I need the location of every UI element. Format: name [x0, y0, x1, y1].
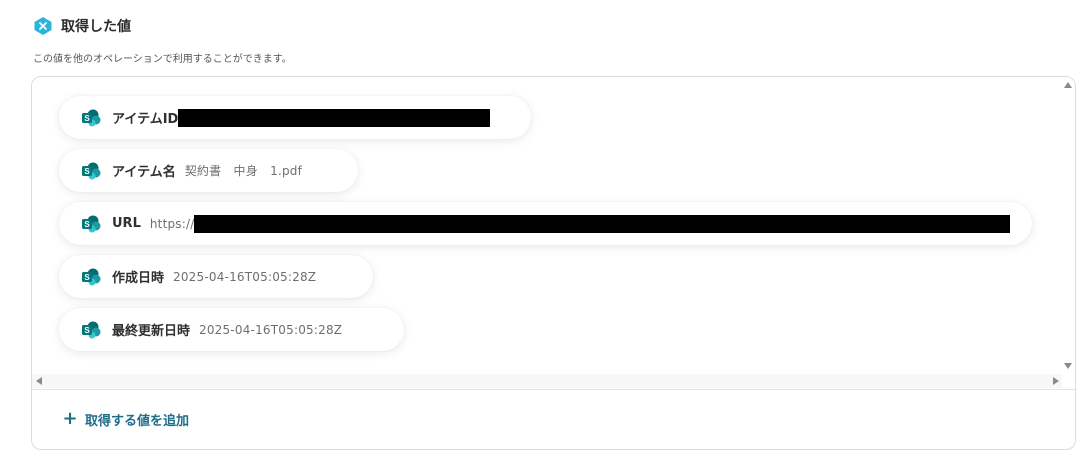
redacted-value	[194, 214, 1011, 233]
section-header: 取得した値	[33, 15, 131, 37]
plus-icon: +	[62, 408, 78, 429]
add-value-button[interactable]: + 取得する値を追加	[62, 407, 189, 431]
svg-text:S: S	[84, 114, 90, 123]
value-label: アイテム名	[112, 165, 176, 180]
value-chip-item-id[interactable]: S アイテムID	[59, 96, 531, 139]
divider	[32, 389, 1075, 390]
x-badge-icon	[34, 17, 52, 35]
section-description: この値を他のオペレーションで利用することができます。	[33, 54, 292, 65]
value-chip-item-name[interactable]: S アイテム名 契約書 中身 1.pdf	[59, 149, 358, 192]
sharepoint-icon: S	[82, 215, 101, 232]
vertical-scrollbar[interactable]	[1061, 77, 1075, 373]
sharepoint-icon: S	[82, 268, 101, 285]
value-label: 作成日時	[112, 271, 165, 286]
redacted-value	[178, 108, 491, 127]
value-label: 最終更新日時	[112, 324, 191, 339]
section-title: 取得した値	[61, 19, 131, 35]
values-panel: S アイテムID S アイテム名 契約書 中身 1.pdf S URL http…	[31, 76, 1076, 450]
scroll-right-arrow-icon[interactable]	[1053, 377, 1059, 385]
value-chip-modified-at[interactable]: S 最終更新日時 2025-04-16T05:05:28Z	[59, 308, 404, 351]
values-list[interactable]: S アイテムID S アイテム名 契約書 中身 1.pdf S URL http…	[32, 77, 1075, 389]
sharepoint-icon: S	[82, 162, 101, 179]
value-text: 2025-04-16T05:05:28Z	[199, 322, 343, 337]
value-chip-created-at[interactable]: S 作成日時 2025-04-16T05:05:28Z	[59, 255, 373, 298]
svg-text:S: S	[84, 326, 90, 335]
value-chip-url[interactable]: S URL https://	[59, 202, 1032, 245]
value-label: アイテムID	[112, 112, 179, 127]
sharepoint-icon: S	[82, 109, 101, 126]
add-value-label: 取得する値を追加	[85, 413, 190, 429]
value-text: https://	[149, 216, 195, 231]
sharepoint-icon: S	[82, 321, 101, 338]
value-text: 契約書 中身 1.pdf	[184, 164, 303, 178]
svg-text:S: S	[84, 273, 90, 282]
value-label: URL	[112, 216, 141, 231]
value-text: 2025-04-16T05:05:28Z	[173, 269, 317, 284]
scroll-down-arrow-icon[interactable]	[1064, 363, 1072, 369]
svg-text:S: S	[84, 167, 90, 176]
horizontal-scrollbar[interactable]	[32, 374, 1062, 388]
svg-text:S: S	[84, 220, 90, 229]
scroll-left-arrow-icon[interactable]	[36, 377, 42, 385]
scroll-up-arrow-icon[interactable]	[1064, 82, 1072, 88]
